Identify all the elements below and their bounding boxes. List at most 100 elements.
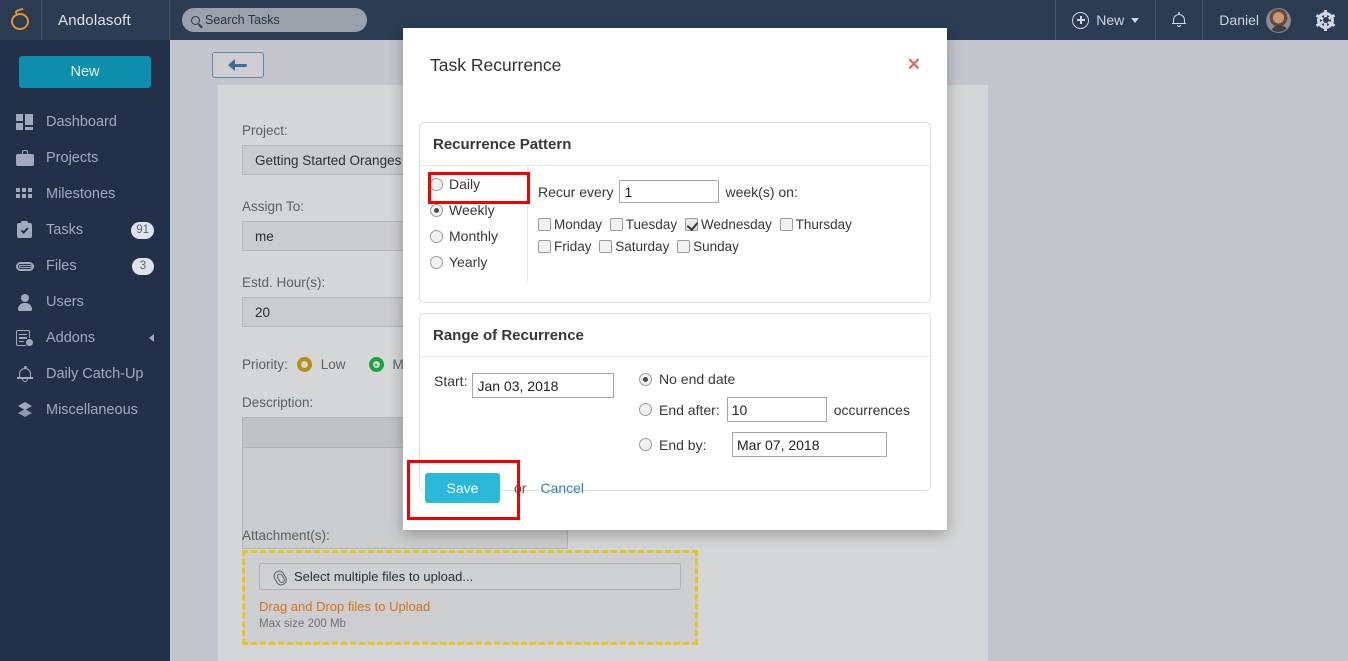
sidebar-item-users[interactable]: Users bbox=[0, 284, 170, 320]
sunday-checkbox[interactable] bbox=[677, 240, 691, 253]
tuesday-checkbox[interactable] bbox=[609, 218, 623, 231]
back-button[interactable] bbox=[212, 52, 264, 78]
recurrence-pattern-fieldset: Recurrence Pattern Daily Weekly Monthly bbox=[419, 122, 931, 303]
sidebar-item-label: Dashboard bbox=[46, 114, 117, 130]
sidebar-item-label: Users bbox=[46, 294, 84, 310]
app-logo[interactable] bbox=[0, 0, 42, 40]
recur-interval-input[interactable]: 1 bbox=[619, 180, 720, 203]
sidebar-item-tasks[interactable]: Tasks 91 bbox=[0, 212, 170, 248]
attachment-label: Attachment(s): bbox=[242, 528, 330, 543]
sidebar-new-button[interactable]: New bbox=[19, 56, 151, 88]
monday-checkbox[interactable] bbox=[538, 218, 551, 231]
priority-low-label: Low bbox=[320, 357, 346, 372]
end-by-radio[interactable] bbox=[639, 438, 652, 451]
sidebar-item-dashboard[interactable]: Dashboard bbox=[0, 104, 170, 140]
checkbox-saturday[interactable]: Saturday bbox=[599, 239, 669, 254]
monthly-label: Monthly bbox=[449, 228, 499, 244]
brand-name: Andolasoft bbox=[42, 0, 170, 40]
chevron-left-icon bbox=[149, 334, 154, 342]
clipboard-check-icon bbox=[16, 221, 34, 239]
checkbox-tuesday[interactable]: Tuesday bbox=[609, 217, 678, 232]
daily-label: Daily bbox=[449, 176, 481, 192]
friday-checkbox[interactable] bbox=[538, 240, 551, 253]
select-files-button[interactable]: Select multiple files to upload... bbox=[259, 563, 681, 590]
dashboard-icon bbox=[16, 113, 34, 131]
sidebar-item-files[interactable]: Files 3 bbox=[0, 248, 170, 284]
weekly-radio[interactable] bbox=[430, 203, 443, 217]
attachment-section: Attachment(s): Select multiple files to … bbox=[242, 528, 702, 645]
checkbox-sunday[interactable]: Sunday bbox=[677, 239, 739, 254]
user-name: Daniel bbox=[1219, 12, 1259, 28]
wednesday-checkbox[interactable] bbox=[684, 218, 698, 231]
sidebar-item-label: Projects bbox=[46, 150, 99, 166]
sidebar-item-miscellaneous[interactable]: Miscellaneous bbox=[0, 392, 170, 428]
option-end-after[interactable]: End after: 10 occurrences bbox=[639, 397, 930, 422]
checkbox-thursday[interactable]: Thursday bbox=[779, 217, 852, 232]
frequency-radio-group: Daily Weekly Monthly Yearly bbox=[420, 166, 528, 282]
option-no-end-date[interactable]: No end date bbox=[639, 371, 930, 387]
sidebar-item-milestones[interactable]: Milestones bbox=[0, 176, 170, 212]
sidebar-item-projects[interactable]: Projects bbox=[0, 140, 170, 176]
app-root: Andolasoft Search Tasks New Daniel New D… bbox=[0, 0, 1348, 661]
end-after-input[interactable]: 10 bbox=[726, 397, 827, 422]
end-after-label: End after: bbox=[659, 401, 720, 418]
modal-header: Task Recurrence ✕ bbox=[403, 28, 947, 90]
user-menu[interactable]: Daniel bbox=[1202, 0, 1307, 40]
close-icon[interactable]: ✕ bbox=[907, 56, 921, 73]
checkbox-wednesday[interactable]: Wednesday bbox=[684, 217, 772, 232]
monthly-radio[interactable] bbox=[430, 229, 443, 243]
search-input[interactable]: Search Tasks bbox=[182, 8, 367, 32]
option-end-by[interactable]: End by: Mar 07, 2018 bbox=[639, 432, 930, 457]
sidebar-item-label: Files bbox=[46, 258, 77, 274]
new-dropdown-label: New bbox=[1096, 12, 1125, 28]
priority-low-radio[interactable] bbox=[296, 357, 312, 372]
priority-medium-radio[interactable] bbox=[368, 357, 384, 372]
end-by-date-input[interactable]: Mar 07, 2018 bbox=[732, 432, 887, 457]
end-options-group: No end date End after: 10 occurrences En… bbox=[639, 371, 930, 457]
sidebar-item-daily-catch-up[interactable]: Daily Catch-Up bbox=[0, 356, 170, 392]
sidebar-item-label: Daily Catch-Up bbox=[46, 366, 144, 382]
frequency-option-daily[interactable]: Daily bbox=[430, 176, 527, 192]
settings-button[interactable] bbox=[1307, 0, 1348, 40]
sidebar-item-addons[interactable]: Addons bbox=[0, 320, 170, 356]
bell-icon bbox=[1172, 11, 1187, 28]
range-of-recurrence-fieldset: Range of Recurrence Start: Jan 03, 2018 … bbox=[419, 313, 931, 491]
recur-suffix-label: week(s) on: bbox=[725, 183, 798, 200]
thursday-checkbox[interactable] bbox=[779, 218, 793, 231]
briefcase-icon bbox=[16, 149, 34, 167]
recur-prefix-label: Recur every bbox=[538, 183, 614, 200]
no-end-date-label: No end date bbox=[659, 371, 736, 387]
checkbox-monday[interactable]: Monday bbox=[538, 217, 602, 232]
addons-icon bbox=[16, 329, 34, 347]
daily-radio[interactable] bbox=[430, 177, 443, 191]
chevron-down-icon bbox=[1131, 17, 1140, 23]
cancel-button[interactable]: Cancel bbox=[540, 480, 584, 496]
friday-label: Friday bbox=[554, 239, 592, 254]
end-after-radio[interactable] bbox=[639, 403, 652, 416]
weekly-settings: Recur every 1 week(s) on: Monday Tuesday… bbox=[528, 166, 930, 282]
saturday-checkbox[interactable] bbox=[599, 240, 613, 253]
range-legend: Range of Recurrence bbox=[420, 314, 930, 357]
yearly-radio[interactable] bbox=[430, 255, 443, 269]
wednesday-label: Wednesday bbox=[700, 217, 772, 232]
tuesday-label: Tuesday bbox=[625, 217, 678, 232]
weekday-row-1: Monday Tuesday Wednesday Thursday bbox=[538, 217, 930, 234]
weekly-label: Weekly bbox=[449, 202, 495, 218]
frequency-option-weekly[interactable]: Weekly bbox=[430, 202, 527, 218]
bell-alert-icon bbox=[16, 365, 34, 383]
checkbox-friday[interactable]: Friday bbox=[538, 239, 592, 254]
file-dropzone[interactable]: Select multiple files to upload... Drag … bbox=[242, 550, 698, 645]
frequency-option-yearly[interactable]: Yearly bbox=[430, 254, 527, 270]
recurrence-pattern-legend: Recurrence Pattern bbox=[420, 123, 930, 166]
new-dropdown-button[interactable]: New bbox=[1055, 0, 1155, 40]
user-icon bbox=[16, 293, 34, 311]
notifications-button[interactable] bbox=[1155, 0, 1202, 40]
layers-icon bbox=[16, 401, 34, 419]
frequency-option-monthly[interactable]: Monthly bbox=[430, 228, 527, 244]
weekday-checkbox-group: Monday Tuesday Wednesday Thursday Friday… bbox=[538, 217, 930, 256]
no-end-date-radio[interactable] bbox=[639, 372, 652, 386]
monday-label: Monday bbox=[554, 217, 603, 232]
start-date-input[interactable]: Jan 03, 2018 bbox=[472, 373, 615, 398]
save-button[interactable]: Save bbox=[425, 473, 500, 503]
sidebar: New Dashboard Projects Milestones Tasks … bbox=[0, 40, 170, 661]
